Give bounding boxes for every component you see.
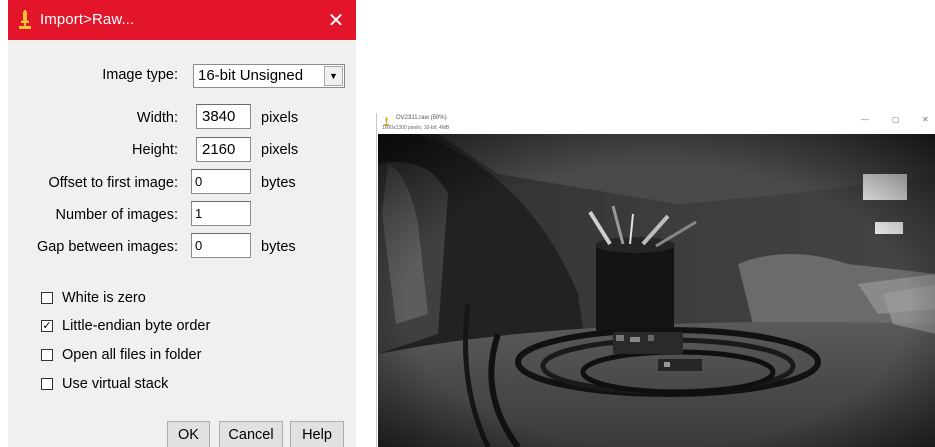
cancel-button[interactable]: Cancel bbox=[219, 421, 283, 447]
gap-field[interactable]: 0 bbox=[191, 233, 251, 258]
close-icon[interactable]: ✕ bbox=[922, 115, 929, 124]
white-is-zero-label: White is zero bbox=[62, 290, 146, 306]
check-icon: ✓ bbox=[42, 320, 52, 332]
little-endian-checkbox[interactable]: ✓ bbox=[41, 320, 53, 332]
open-all-files-label: Open all files in folder bbox=[62, 347, 202, 363]
image-type-label: Image type: bbox=[102, 67, 178, 83]
gap-label: Gap between images: bbox=[36, 239, 178, 255]
image-window-info: 1600x1300 pixels; 16-bit; 4MB bbox=[382, 125, 450, 131]
image-type-select[interactable]: 16-bit Unsigned ▼ bbox=[193, 64, 345, 88]
imagej-microscope-icon bbox=[19, 10, 31, 29]
height-field[interactable]: 2160 bbox=[196, 137, 251, 162]
little-endian-option[interactable]: ✓ Little-endian byte order bbox=[41, 318, 210, 334]
num-images-field[interactable]: 1 bbox=[191, 201, 251, 226]
num-images-label: Number of images: bbox=[55, 207, 179, 223]
dialog-titlebar[interactable]: Import>Raw... ✕ bbox=[8, 0, 356, 40]
offset-label: Offset to first image: bbox=[48, 175, 178, 191]
little-endian-label: Little-endian byte order bbox=[62, 318, 211, 334]
virtual-stack-label: Use virtual stack bbox=[62, 376, 169, 392]
ok-button[interactable]: OK bbox=[167, 421, 210, 447]
white-is-zero-checkbox[interactable] bbox=[41, 292, 53, 304]
virtual-stack-checkbox[interactable] bbox=[41, 378, 53, 390]
maximize-icon[interactable]: ▢ bbox=[892, 115, 900, 124]
image-window: OV2311.raw (50%) 1600x1300 pixels; 16-bi… bbox=[376, 113, 935, 447]
close-button[interactable]: ✕ bbox=[316, 0, 356, 40]
virtual-stack-option[interactable]: Use virtual stack bbox=[41, 376, 168, 392]
width-field[interactable]: 3840 bbox=[196, 104, 251, 129]
chevron-down-icon[interactable]: ▼ bbox=[324, 66, 343, 86]
import-raw-dialog: Import>Raw... ✕ Image type: 16-bit Unsig… bbox=[8, 0, 356, 447]
open-all-files-checkbox[interactable] bbox=[41, 349, 53, 361]
help-button[interactable]: Help bbox=[290, 421, 344, 447]
raw-image-photo bbox=[378, 134, 935, 447]
offset-unit: bytes bbox=[261, 175, 296, 191]
gap-unit: bytes bbox=[261, 239, 296, 255]
dialog-title: Import>Raw... bbox=[40, 11, 135, 28]
height-unit: pixels bbox=[261, 142, 299, 158]
image-window-title: OV2311.raw (50%) bbox=[396, 115, 447, 121]
offset-field[interactable]: 0 bbox=[191, 169, 251, 194]
width-label: Width: bbox=[136, 110, 178, 126]
close-icon: ✕ bbox=[327, 9, 345, 32]
minimize-icon[interactable]: — bbox=[861, 115, 869, 124]
image-type-value: 16-bit Unsigned bbox=[198, 67, 304, 84]
image-window-titlebar[interactable]: OV2311.raw (50%) 1600x1300 pixels; 16-bi… bbox=[377, 113, 935, 134]
image-canvas[interactable] bbox=[378, 134, 935, 447]
white-is-zero-option[interactable]: White is zero bbox=[41, 290, 146, 306]
width-unit: pixels bbox=[261, 110, 299, 126]
height-label: Height: bbox=[132, 142, 178, 158]
open-all-files-option[interactable]: Open all files in folder bbox=[41, 347, 201, 363]
